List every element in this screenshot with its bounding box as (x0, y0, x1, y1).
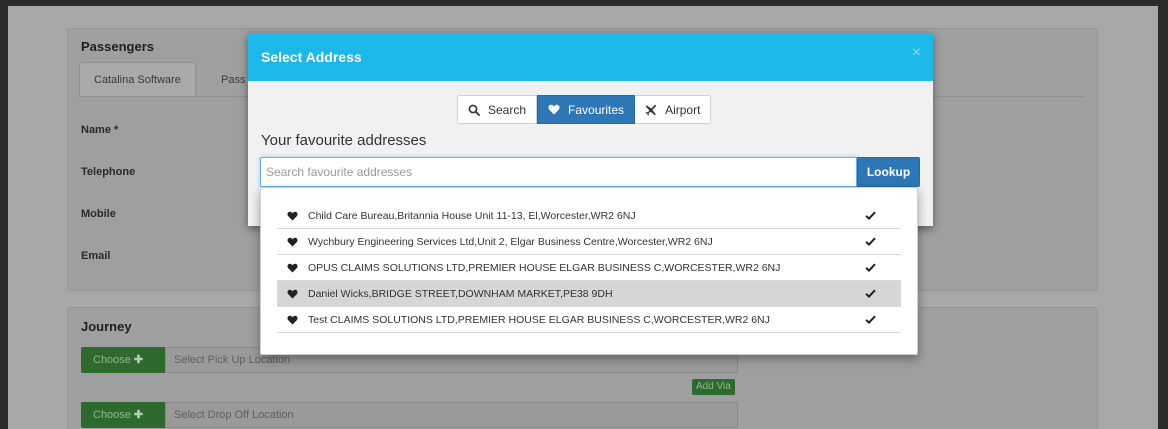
tab-search[interactable]: Search (457, 95, 538, 124)
tab-airport[interactable]: Airport (635, 95, 712, 124)
field-label-name: Name * (81, 124, 119, 136)
checkmark-icon (865, 237, 877, 246)
pickup-choose-button[interactable]: Choose ✚ (81, 347, 165, 373)
heart-icon (287, 289, 298, 299)
favourite-address-row[interactable]: Wychbury Engineering Services Ltd,Unit 2… (277, 229, 901, 255)
favourites-search-input[interactable] (260, 157, 857, 187)
favourites-heading: Your favourite addresses (261, 132, 427, 149)
heart-icon (287, 237, 298, 247)
favourite-address-row[interactable]: OPUS CLAIMS SOLUTIONS LTD,PREMIER HOUSE … (277, 255, 901, 281)
favourite-address-text: Test CLAIMS SOLUTIONS LTD,PREMIER HOUSE … (308, 313, 770, 326)
journey-title: Journey (81, 319, 132, 334)
checkmark-icon (865, 211, 877, 220)
favourite-address-text: Wychbury Engineering Services Ltd,Unit 2… (308, 235, 713, 248)
modal-title: Select Address (261, 49, 362, 65)
dropoff-location-input[interactable]: Select Drop Off Location (165, 402, 738, 428)
modal-header: Select Address × (248, 33, 933, 81)
plane-icon (645, 104, 657, 116)
tab-favourites-label: Favourites (568, 102, 625, 117)
favourite-address-text: OPUS CLAIMS SOLUTIONS LTD,PREMIER HOUSE … (308, 261, 781, 274)
checkmark-icon (865, 315, 877, 324)
dropoff-choose-button[interactable]: Choose ✚ (81, 402, 165, 428)
favourites-search-group: Lookup (260, 157, 920, 187)
favourite-address-row[interactable]: Test CLAIMS SOLUTIONS LTD,PREMIER HOUSE … (277, 307, 901, 333)
field-label-telephone: Telephone (81, 166, 136, 178)
tab-favourites[interactable]: Favourites (537, 95, 636, 124)
plus-icon: ✚ (133, 354, 144, 366)
choose-label: Choose (93, 354, 131, 366)
close-icon[interactable]: × (912, 44, 921, 62)
choose-label: Choose (93, 409, 131, 421)
heart-icon (287, 211, 298, 221)
heart-icon (287, 263, 298, 273)
favourites-list: Child Care Bureau,Britannia House Unit 1… (277, 203, 901, 333)
passengers-title: Passengers (81, 39, 154, 54)
favourite-address-text: Daniel Wicks,BRIDGE STREET,DOWNHAM MARKE… (308, 287, 613, 300)
field-label-email: Email (81, 250, 111, 262)
favourite-address-row[interactable]: Daniel Wicks,BRIDGE STREET,DOWNHAM MARKE… (277, 281, 901, 307)
favourite-address-text: Child Care Bureau,Britannia House Unit 1… (308, 209, 636, 222)
plus-icon: ✚ (133, 409, 144, 421)
lookup-button[interactable]: Lookup (857, 157, 920, 187)
tab-airport-label: Airport (665, 102, 701, 117)
heart-icon (287, 315, 298, 325)
field-label-mobile: Mobile (81, 208, 116, 220)
heart-icon (548, 104, 560, 115)
checkmark-icon (865, 263, 877, 272)
passenger-tab-catalina[interactable]: Catalina Software (79, 62, 196, 96)
search-icon (468, 104, 480, 116)
add-via-button[interactable]: Add Via (692, 379, 735, 395)
checkmark-icon (865, 289, 877, 298)
tab-search-label: Search (488, 102, 527, 117)
favourite-address-row[interactable]: Child Care Bureau,Britannia House Unit 1… (277, 203, 901, 229)
favourites-dropdown: Child Care Bureau,Britannia House Unit 1… (260, 187, 918, 355)
address-source-tabs: Search Favourites Airport (457, 95, 712, 124)
